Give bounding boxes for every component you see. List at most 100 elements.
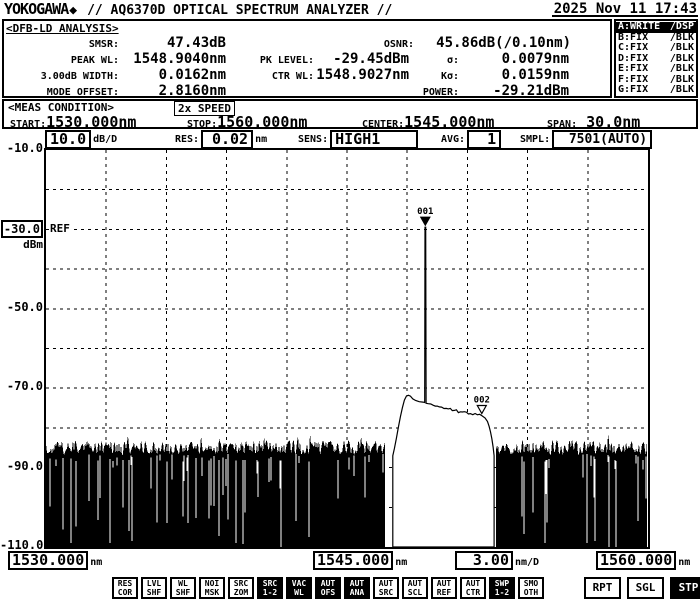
y-axis-label: -90.0	[0, 459, 43, 473]
softkey-lvl-shf[interactable]: LVLSHF	[141, 577, 167, 599]
y-axis-label: -110.0	[0, 538, 43, 552]
avg-value: 1	[467, 130, 501, 149]
ref-level-label: REF	[50, 222, 72, 235]
level-scale: 10.0 dB/D	[45, 130, 117, 149]
ksigma-value: 0.0159nm	[459, 67, 569, 83]
power-value: -29.21dBm	[459, 83, 569, 99]
smsr-label: SMSR:	[6, 39, 119, 50]
softkey-aut-src[interactable]: AUTSRC	[373, 577, 399, 599]
width-3db-label: 3.00dB WIDTH:	[6, 71, 119, 82]
width-3db-value: 0.0162nm	[119, 67, 226, 83]
start-wavelength: START: 1530.000nm	[10, 113, 136, 131]
x-center-value: 1545.000	[313, 551, 393, 570]
x-start-value: 1530.000	[8, 551, 88, 570]
sweep-rpt-button[interactable]: RPT	[584, 577, 621, 599]
x-stop-label: 1560.000 nm	[596, 551, 690, 570]
start-label: START:	[10, 119, 46, 130]
softkey-res-cor[interactable]: RESCOR	[112, 577, 138, 599]
softkey-wl-shf[interactable]: WLSHF	[170, 577, 196, 599]
level-scale-unit: dB/D	[93, 134, 117, 145]
trace-row-g: G:FIX/BLK	[616, 85, 696, 96]
softkey-aut-ctr[interactable]: AUTCTR	[460, 577, 486, 599]
trace-row-c: C:FIX/BLK	[616, 43, 696, 54]
marker-001: 001	[417, 207, 433, 225]
x-per-div-unit: nm/D	[515, 557, 539, 568]
diamond-icon: ◆	[69, 3, 77, 18]
analysis-row: MODE OFFSET: 2.8160nm POWER: -29.21dBm	[6, 83, 608, 99]
softkey-aut-ofs[interactable]: AUTOFS	[315, 577, 341, 599]
res-label: RES:	[175, 134, 199, 145]
sigma-value: 0.0079nm	[459, 51, 569, 67]
marker-triangle-002	[477, 406, 486, 414]
smpl-value: 7501(AUTO)	[552, 130, 652, 149]
x-stop-value: 1560.000	[596, 551, 676, 570]
mode-offset-value: 2.8160nm	[119, 83, 226, 99]
softkey-src-zom[interactable]: SRCZOM	[228, 577, 254, 599]
power-label: POWER:	[226, 87, 459, 98]
x-start-unit: nm	[90, 557, 102, 568]
settings-row: 10.0 dB/D RES: 0.02 nm SENS: HIGH1 AVG: …	[0, 130, 700, 149]
softkey-aut-ref[interactable]: AUTREF	[431, 577, 457, 599]
y-axis-label: -30.0dBm	[0, 220, 43, 252]
sensitivity-setting: SENS: HIGH1	[298, 130, 418, 149]
softkey-toolbar: RESCORLVLSHFWLSHFNOIMSKSRCZOMSRC1-2VACWL…	[112, 577, 544, 599]
x-stop-unit: nm	[678, 557, 690, 568]
pk-level-label: PK LEVEL:	[226, 55, 314, 66]
softkey-vac-wl[interactable]: VACWL	[286, 577, 312, 599]
analysis-title: <DFB-LD ANALYSIS>	[6, 22, 608, 35]
ctr-wl-value: 1548.9027nm	[314, 67, 409, 83]
softkey-noi-msk[interactable]: NOIMSK	[199, 577, 225, 599]
sweep-controls: RPT SGL STP	[584, 577, 700, 599]
softkey-smo-oth[interactable]: SMOOTH	[518, 577, 544, 599]
stop-wavelength: STOP: 1560.000nm	[187, 113, 307, 131]
stop-value: 1560.000nm	[217, 113, 307, 131]
ctr-wl-label: CTR WL:	[226, 71, 314, 82]
res-value: 0.02	[201, 130, 253, 149]
x-per-div-label: 3.00 nm/D	[455, 551, 539, 570]
span-label: SPAN:	[547, 119, 577, 130]
pk-level-value: -29.45dBm	[314, 51, 409, 67]
softkey-src-1-2[interactable]: SRC1-2	[257, 577, 283, 599]
header-underline	[552, 15, 698, 17]
x-per-div-value: 3.00	[455, 551, 513, 570]
start-value: 1530.000nm	[46, 113, 136, 131]
sampling-setting: SMPL: 7501(AUTO)	[520, 130, 652, 149]
peak-wl-label: PEAK WL:	[6, 55, 119, 66]
osnr-value: 45.86dB(/0.10nm)	[414, 35, 571, 51]
brand-logo: YOKOGAWA	[4, 0, 68, 18]
peak-wl-value: 1548.9040nm	[119, 51, 226, 67]
app-title: // AQ6370D OPTICAL SPECTRUM ANALYZER //	[87, 3, 392, 18]
softkey-swp-1-2[interactable]: SWP1-2	[489, 577, 515, 599]
y-axis-label: -10.0	[0, 141, 43, 155]
trace-row-a: A:WRITE/DSP	[616, 22, 696, 33]
mode-offset-label: MODE OFFSET:	[6, 87, 119, 98]
analysis-row: SMSR: 47.43dB OSNR: 45.86dB(/0.10nm)	[6, 35, 608, 51]
noise-floor-right	[496, 434, 647, 547]
marker-002: 002	[474, 396, 490, 414]
x-start-label: 1530.000 nm	[8, 551, 102, 570]
osnr-label: OSNR:	[226, 39, 414, 50]
resolution-setting: RES: 0.02 nm	[175, 130, 267, 149]
sens-value: HIGH1	[330, 130, 418, 149]
res-unit: nm	[255, 134, 267, 145]
softkey-aut-scl[interactable]: AUTSCL	[402, 577, 428, 599]
center-label: CENTER:	[362, 119, 404, 130]
trace-panel: A:WRITE/DSPB:FIX/BLKC:FIX/BLKD:FIX/BLKE:…	[614, 19, 698, 98]
analysis-panel: <DFB-LD ANALYSIS> SMSR: 47.43dB OSNR: 45…	[2, 19, 612, 98]
sweep-sgl-button[interactable]: SGL	[627, 577, 664, 599]
noise-floor-left	[46, 433, 385, 547]
meas-condition-panel: <MEAS CONDITION> 2x SPEED START: 1530.00…	[2, 99, 698, 129]
stop-label: STOP:	[187, 119, 217, 130]
y-axis-label: -70.0	[0, 379, 43, 393]
plot-area: 001 002 REF	[44, 148, 650, 549]
marker-label-002: 002	[474, 396, 490, 406]
sweep-stp-button[interactable]: STP	[670, 577, 700, 599]
marker-label-001: 001	[417, 207, 433, 217]
osa-screen: YOKOGAWA ◆ // AQ6370D OPTICAL SPECTRUM A…	[0, 0, 700, 600]
level-scale-value: 10.0	[45, 130, 91, 149]
softkey-aut-ana[interactable]: AUTANA	[344, 577, 370, 599]
x-center-unit: nm	[395, 557, 407, 568]
spectrum-svg: 001 002	[46, 150, 648, 547]
center-value: 1545.000nm	[404, 113, 494, 131]
y-axis-label: -50.0	[0, 300, 43, 314]
